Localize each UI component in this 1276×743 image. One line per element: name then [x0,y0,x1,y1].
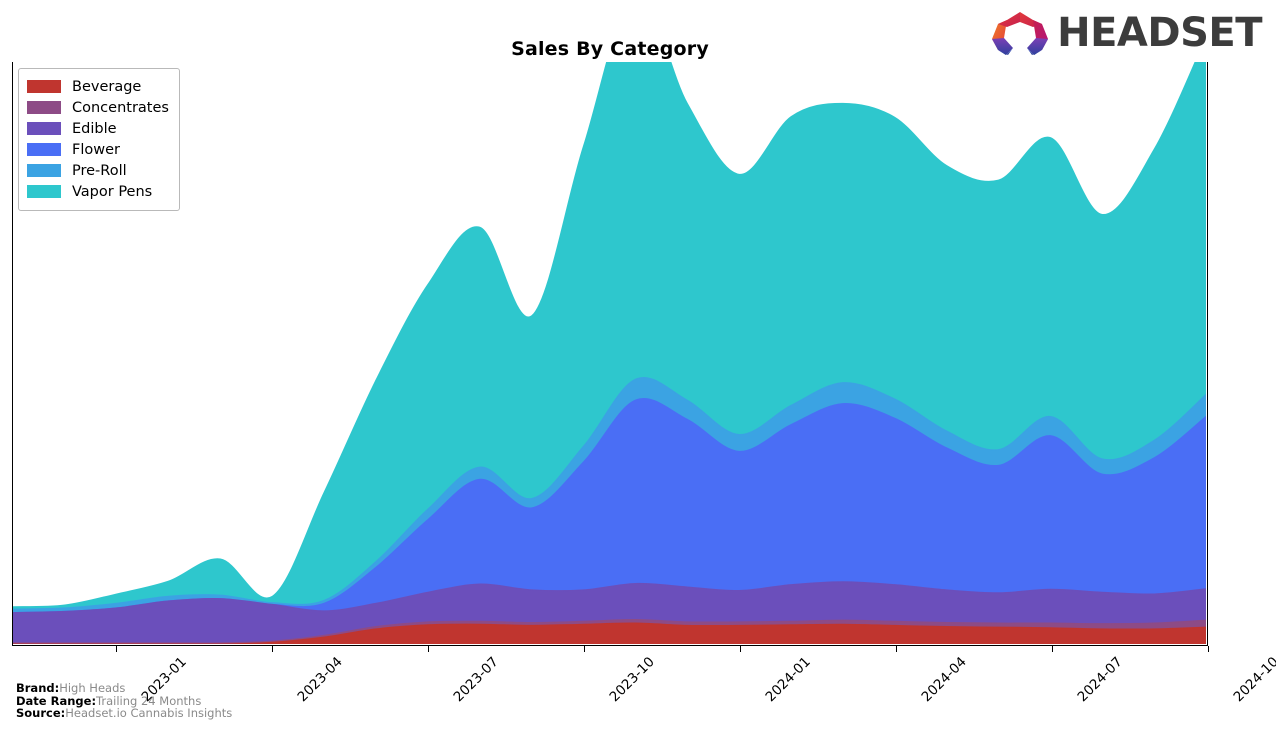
x-tick-label: 2023-10 [606,654,658,706]
x-tick-mark [584,646,585,652]
legend-swatch [27,143,61,156]
logo-wordmark: HEADSET [1057,10,1262,56]
x-tick-label: 2024-04 [918,654,970,706]
x-tick-label: 2024-07 [1074,654,1126,706]
chart-legend: Beverage Concentrates Edible Flower Pre-Roll… [18,68,180,211]
headset-logo: HEADSET [989,8,1262,58]
legend-swatch [27,164,61,177]
x-tick-mark [1208,646,1209,652]
legend-swatch [27,80,61,93]
legend-label: Concentrates [72,99,169,116]
legend-swatch [27,185,61,198]
chart-page: Sales By Category HEADSET Beverage Conce… [0,0,1276,743]
footer-value: Headset.io Cannabis Insights [65,706,233,721]
stacked-area-chart [13,62,1206,644]
legend-item[interactable]: Concentrates [27,97,169,118]
x-tick-label: 2023-07 [450,654,502,706]
x-tick-mark [896,646,897,652]
x-tick-mark [1052,646,1053,652]
footer-key: Source: [16,706,66,721]
legend-item[interactable]: Vapor Pens [27,181,169,202]
legend-label: Vapor Pens [72,183,153,200]
x-tick-mark [740,646,741,652]
footer-row: Source:Headset.io Cannabis Insights [16,707,232,720]
legend-swatch [27,122,61,135]
legend-item[interactable]: Pre-Roll [27,160,169,181]
legend-label: Beverage [72,78,142,95]
x-tick-mark [272,646,273,652]
x-tick-label: 2024-01 [762,654,814,706]
legend-label: Pre-Roll [72,162,127,179]
legend-label: Edible [72,120,117,137]
x-tick-mark [116,646,117,652]
x-tick-mark [428,646,429,652]
legend-item[interactable]: Beverage [27,76,169,97]
legend-swatch [27,101,61,114]
legend-item[interactable]: Flower [27,139,169,160]
legend-item[interactable]: Edible [27,118,169,139]
headset-arch-logo-icon [992,12,1049,55]
x-tick-label: 2023-04 [294,654,346,706]
chart-footer: Brand:High Heads Date Range:Trailing 24 M… [16,682,232,720]
x-tick-label: 2024-10 [1230,654,1276,706]
plot-area [12,62,1208,646]
legend-label: Flower [72,141,120,158]
